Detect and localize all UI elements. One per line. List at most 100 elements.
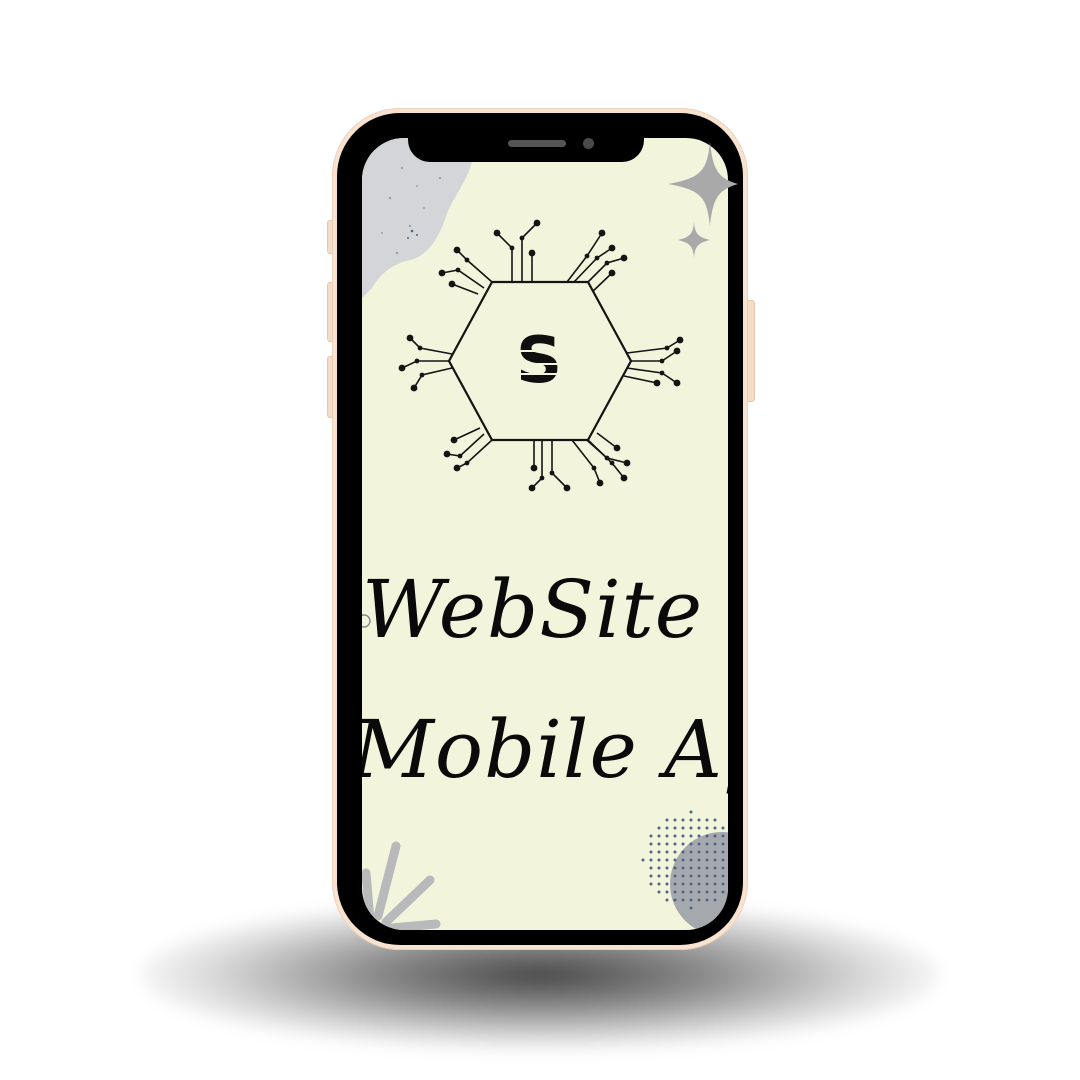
pattern-dot bbox=[681, 858, 685, 862]
circuit-node bbox=[623, 459, 631, 467]
pattern-dot bbox=[673, 898, 677, 902]
pattern-dot bbox=[649, 834, 653, 838]
pattern-dot bbox=[697, 898, 701, 902]
pattern-dot bbox=[705, 866, 709, 870]
circuit-node bbox=[659, 358, 665, 364]
pattern-dot bbox=[705, 898, 709, 902]
pattern-dot bbox=[705, 834, 709, 838]
sparkle-small-icon bbox=[678, 222, 710, 258]
circuit-node bbox=[620, 254, 628, 262]
circuit-trace bbox=[623, 375, 658, 384]
pattern-dot bbox=[697, 850, 701, 854]
swirl-decoration bbox=[362, 614, 371, 628]
earpiece-speaker bbox=[508, 140, 566, 147]
circuit-node bbox=[419, 372, 425, 378]
pattern-dot bbox=[665, 826, 669, 830]
circuit-node bbox=[530, 464, 538, 472]
pattern-dot bbox=[673, 858, 677, 862]
pattern-dot bbox=[689, 882, 693, 886]
circuit-node bbox=[528, 484, 536, 492]
circuit-node bbox=[608, 269, 616, 277]
pattern-dot bbox=[713, 890, 717, 894]
pattern-dot bbox=[721, 866, 725, 870]
pattern-dot bbox=[689, 810, 693, 814]
pattern-dot bbox=[657, 866, 661, 870]
pattern-dot bbox=[665, 842, 669, 846]
circuit-trace bbox=[453, 427, 481, 441]
pattern-dot bbox=[697, 874, 701, 878]
pattern-dot bbox=[681, 850, 685, 854]
circuit-node bbox=[406, 334, 414, 342]
pattern-dot bbox=[697, 882, 701, 886]
circuit-node bbox=[539, 475, 545, 481]
circuit-node bbox=[608, 244, 616, 252]
pattern-dot bbox=[697, 826, 701, 830]
circuit-node bbox=[438, 269, 446, 277]
circuit-trace bbox=[626, 367, 678, 384]
pattern-dot bbox=[689, 890, 693, 894]
pattern-dot bbox=[721, 842, 725, 846]
pattern-dot bbox=[689, 850, 693, 854]
circuit-node bbox=[448, 280, 456, 288]
pattern-dot bbox=[657, 890, 661, 894]
circuit-node bbox=[591, 465, 597, 471]
pattern-dot bbox=[713, 850, 717, 854]
circuit-node bbox=[455, 267, 461, 273]
circuit-trace bbox=[401, 360, 449, 369]
pattern-dot bbox=[713, 898, 717, 902]
circuit-node bbox=[410, 384, 418, 392]
pattern-dot bbox=[705, 882, 709, 886]
title-line-2: Mobile App bbox=[362, 703, 728, 796]
pattern-dot bbox=[721, 858, 725, 862]
pattern-dot bbox=[689, 866, 693, 870]
pattern-dot bbox=[673, 890, 677, 894]
circuit-node bbox=[398, 364, 406, 372]
pattern-dot bbox=[697, 818, 701, 822]
circuit-node bbox=[676, 336, 684, 344]
pattern-dot bbox=[713, 834, 717, 838]
pattern-dot bbox=[705, 858, 709, 862]
pattern-dot bbox=[681, 866, 685, 870]
pattern-dot bbox=[665, 866, 669, 870]
circuit-node bbox=[620, 474, 628, 482]
pattern-dot bbox=[673, 826, 677, 830]
pattern-dot bbox=[721, 890, 725, 894]
circuit-node bbox=[673, 379, 681, 387]
pattern-dot bbox=[665, 890, 669, 894]
circuit-node bbox=[594, 255, 600, 261]
circuit-node bbox=[453, 246, 461, 254]
pattern-dot bbox=[665, 898, 669, 902]
pattern-dot bbox=[657, 826, 661, 830]
circuit-node bbox=[596, 479, 604, 487]
circuit-node bbox=[673, 347, 681, 355]
pattern-dot bbox=[721, 882, 725, 886]
pattern-dot bbox=[705, 890, 709, 894]
pattern-dot bbox=[689, 818, 693, 822]
pattern-dot bbox=[713, 874, 717, 878]
pattern-dot bbox=[689, 906, 693, 910]
pattern-dot bbox=[665, 858, 669, 862]
pattern-dot bbox=[713, 866, 717, 870]
pattern-dot bbox=[657, 834, 661, 838]
pattern-dot bbox=[641, 858, 645, 862]
logo-glyph: S bbox=[516, 324, 562, 398]
pattern-dot bbox=[721, 834, 725, 838]
circuit-trace bbox=[626, 339, 681, 354]
front-camera bbox=[583, 138, 594, 149]
circuit-trace bbox=[631, 350, 678, 362]
pattern-dot bbox=[689, 826, 693, 830]
pattern-dot bbox=[721, 850, 725, 854]
pattern-dot bbox=[697, 842, 701, 846]
circuit-node bbox=[417, 345, 423, 351]
pattern-dot bbox=[689, 842, 693, 846]
circuit-trace bbox=[551, 440, 568, 489]
circuit-node bbox=[563, 484, 571, 492]
pattern-dot bbox=[673, 866, 677, 870]
circuit-node bbox=[549, 470, 555, 476]
circuit-trace bbox=[409, 337, 453, 355]
circuit-node bbox=[613, 444, 621, 452]
pattern-dot bbox=[713, 858, 717, 862]
pattern-dot bbox=[681, 818, 685, 822]
circuit-node bbox=[509, 245, 515, 251]
pattern-dot bbox=[665, 818, 669, 822]
